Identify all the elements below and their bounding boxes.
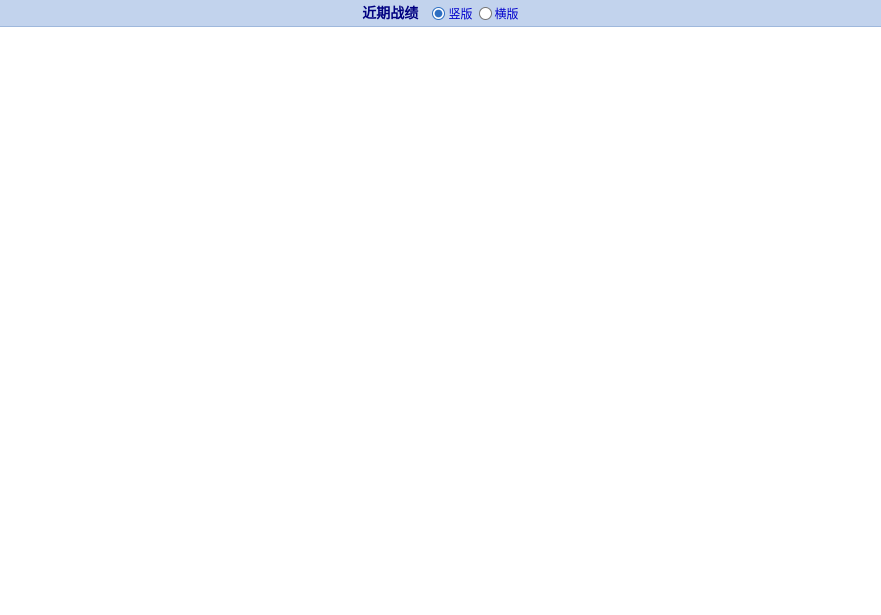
vertical-label: 竖版 <box>448 5 472 22</box>
page-title: 近期战绩 <box>362 3 418 23</box>
vertical-radio-icon[interactable] <box>432 7 445 20</box>
vertical-layout-option[interactable]: 竖版 <box>432 5 472 22</box>
horizontal-radio-icon[interactable] <box>479 7 492 20</box>
horizontal-layout-option[interactable]: 横版 <box>479 5 519 22</box>
horizontal-label: 横版 <box>495 5 519 22</box>
topbar: 近期战绩 竖版 横版 <box>0 0 881 27</box>
